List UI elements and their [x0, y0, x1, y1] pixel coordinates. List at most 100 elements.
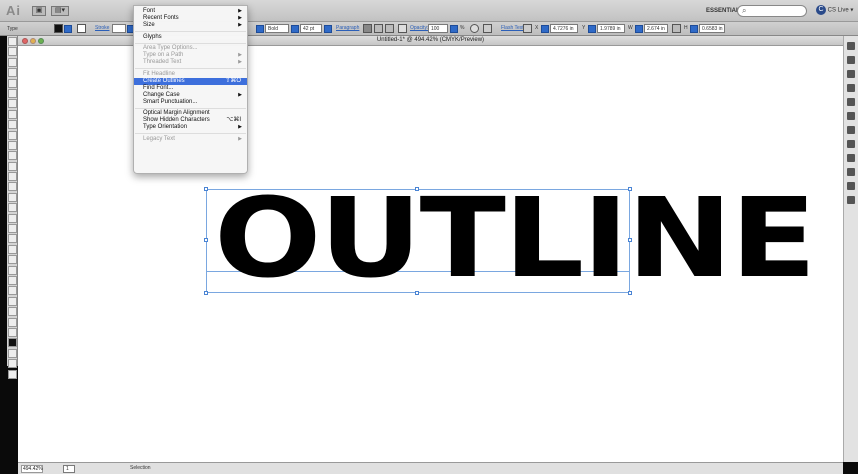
artboard-number-field[interactable]: 1 [63, 465, 75, 473]
align-center-icon[interactable] [374, 24, 383, 33]
align-left-icon[interactable] [363, 24, 372, 33]
h-stepper[interactable] [690, 25, 698, 33]
submenu-arrow-icon: ▶ [238, 135, 242, 142]
graphic-styles-panel-icon[interactable] [847, 168, 855, 176]
document-setup-icon[interactable] [470, 24, 479, 33]
height-field[interactable]: 0.6583 in [699, 24, 725, 33]
stroke-link[interactable]: Stroke [95, 25, 109, 31]
align-to-selection-icon[interactable] [483, 24, 492, 33]
menu-item-type-orientation[interactable]: Type Orientation ▶ [134, 124, 247, 131]
swap-fill-stroke-icon[interactable] [7, 327, 17, 337]
font-size-field[interactable]: 42 pt [300, 24, 322, 33]
w-stepper[interactable] [635, 25, 643, 33]
slice-tool-icon[interactable] [7, 296, 17, 306]
opacity-dropdown[interactable] [450, 25, 458, 33]
align-right-icon[interactable] [385, 24, 394, 33]
stroke-panel-icon[interactable] [847, 112, 855, 120]
paragraph-link[interactable]: Paragraph [336, 25, 359, 31]
cs-live-button[interactable]: C CS Live ▾ [816, 5, 853, 15]
font-size-dropdown[interactable] [324, 25, 332, 33]
recolor-artwork-icon[interactable] [398, 24, 407, 33]
font-style-dropdown-button[interactable] [256, 25, 264, 33]
x-stepper[interactable] [541, 25, 549, 33]
y-stepper[interactable] [588, 25, 596, 33]
resize-handle-bottom-left[interactable] [204, 291, 208, 295]
color-mode-icon[interactable] [7, 348, 17, 358]
hand-tool-icon[interactable] [7, 307, 17, 317]
stroke-weight-field[interactable] [112, 24, 126, 33]
perspective-grid-tool-icon[interactable] [7, 213, 17, 223]
width-tool-icon[interactable] [7, 182, 17, 192]
free-transform-tool-icon[interactable] [7, 192, 17, 202]
mesh-tool-icon[interactable] [7, 224, 17, 234]
menu-item-find-font[interactable]: Find Font... [134, 85, 247, 92]
fill-swatch[interactable] [54, 24, 63, 33]
menu-item-glyphs[interactable]: Glyphs [134, 34, 247, 41]
drawing-mode-icon[interactable] [7, 359, 17, 369]
gradient-tool-icon[interactable] [7, 234, 17, 244]
menu-item-change-case[interactable]: Change Case ▶ [134, 92, 247, 99]
reference-point-icon[interactable] [523, 24, 532, 33]
menu-item-recent-fonts[interactable]: Recent Fonts ▶ [134, 15, 247, 22]
artboard-tool-icon[interactable] [7, 286, 17, 296]
bridge-icon[interactable]: ▣ [32, 6, 46, 16]
screen-mode-icon[interactable] [7, 369, 17, 379]
constrain-proportions-icon[interactable] [672, 24, 681, 33]
width-field[interactable]: 2.674 in [644, 24, 668, 33]
selection-tool-icon[interactable] [7, 37, 17, 46]
fill-stroke-swatch-icon[interactable] [7, 338, 17, 348]
opacity-link[interactable]: Opacity: [410, 25, 428, 31]
lasso-tool-icon[interactable] [7, 68, 17, 78]
eyedropper-tool-icon[interactable] [7, 244, 17, 254]
line-tool-icon[interactable] [7, 99, 17, 109]
menu-item-font[interactable]: Font ▶ [134, 8, 247, 15]
color-guide-panel-icon[interactable] [847, 56, 855, 64]
eraser-tool-icon[interactable] [7, 151, 17, 161]
artwork-text[interactable]: OUTLINE [214, 183, 817, 293]
appearance-panel-icon[interactable] [847, 154, 855, 162]
rotate-tool-icon[interactable] [7, 161, 17, 171]
zoom-tool-icon[interactable] [7, 317, 17, 327]
paintbrush-tool-icon[interactable] [7, 120, 17, 130]
menu-item-smart-punctuation[interactable]: Smart Punctuation... [134, 99, 247, 106]
artboards-panel-icon[interactable] [847, 196, 855, 204]
menu-item-optical-margin-alignment[interactable]: Optical Margin Alignment [134, 110, 247, 117]
type-tool-icon[interactable] [7, 88, 17, 98]
menu-item-show-hidden-characters[interactable]: Show Hidden Characters ⌥⌘I [134, 117, 247, 124]
scale-tool-icon[interactable] [7, 172, 17, 182]
x-position-field[interactable]: 4.7276 in [550, 24, 578, 33]
transparency-panel-icon[interactable] [847, 140, 855, 148]
stroke-swatch[interactable] [77, 24, 86, 33]
color-panel-icon[interactable] [847, 42, 855, 50]
swatches-panel-icon[interactable] [847, 70, 855, 78]
direct-selection-tool-icon[interactable] [7, 47, 17, 57]
pencil-tool-icon[interactable] [7, 130, 17, 140]
resize-handle-left[interactable] [204, 238, 208, 242]
shape-builder-tool-icon[interactable] [7, 203, 17, 213]
pen-tool-icon[interactable] [7, 78, 17, 88]
menu-item-size[interactable]: Size ▶ [134, 22, 247, 29]
search-input[interactable]: ⌕ [737, 5, 807, 17]
layers-panel-icon[interactable] [847, 182, 855, 190]
brushes-panel-icon[interactable] [847, 84, 855, 92]
font-style-field[interactable]: Bold [265, 24, 289, 33]
resize-handle-top-left[interactable] [204, 187, 208, 191]
font-size-stepper[interactable] [291, 25, 299, 33]
fill-dropdown[interactable] [64, 25, 72, 33]
column-graph-tool-icon[interactable] [7, 275, 17, 285]
y-position-field[interactable]: 1.9789 in [597, 24, 625, 33]
search-icon: ⌕ [742, 6, 747, 15]
rectangle-tool-icon[interactable] [7, 109, 17, 119]
gradient-panel-icon[interactable] [847, 126, 855, 134]
arrange-documents-icon[interactable]: ▤▾ [51, 6, 69, 16]
symbols-panel-icon[interactable] [847, 98, 855, 106]
current-tool-status[interactable]: Selection [130, 465, 151, 471]
zoom-level-field[interactable]: 494.42% [21, 465, 43, 473]
blob-brush-tool-icon[interactable] [7, 140, 17, 150]
blend-tool-icon[interactable] [7, 255, 17, 265]
opacity-field[interactable]: 100 [428, 24, 448, 33]
menu-item-create-outlines[interactable]: Create Outlines ⇧⌘O [134, 77, 247, 85]
flash-text-link[interactable]: Flash Text [501, 25, 524, 31]
symbol-sprayer-tool-icon[interactable] [7, 265, 17, 275]
magic-wand-tool-icon[interactable] [7, 57, 17, 67]
